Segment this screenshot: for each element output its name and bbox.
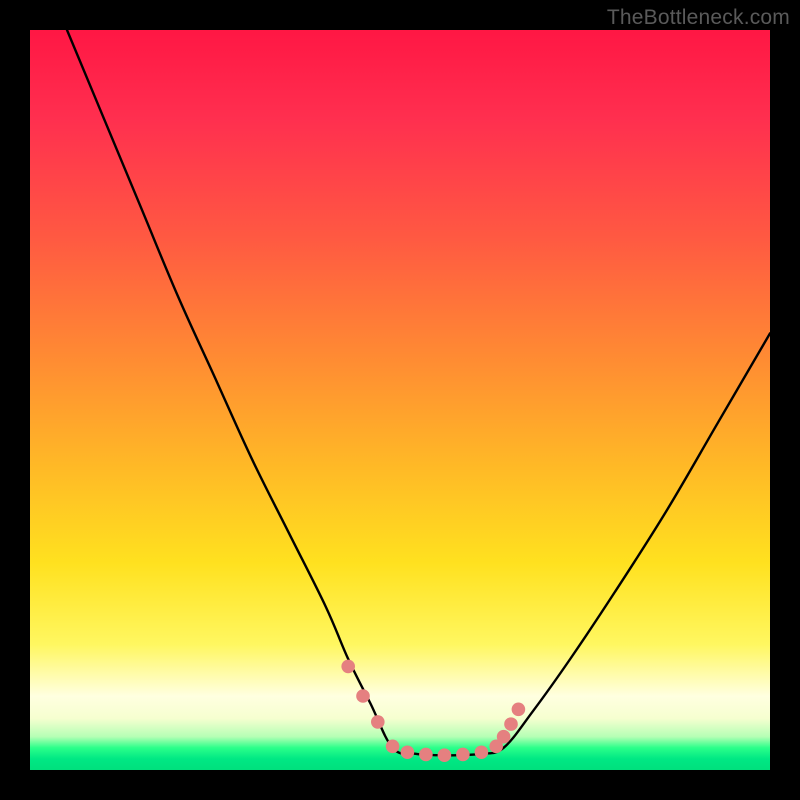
chart-frame: TheBottleneck.com <box>0 0 800 800</box>
gradient-background <box>30 30 770 770</box>
watermark-text: TheBottleneck.com <box>607 6 790 30</box>
plot-area <box>30 30 770 770</box>
